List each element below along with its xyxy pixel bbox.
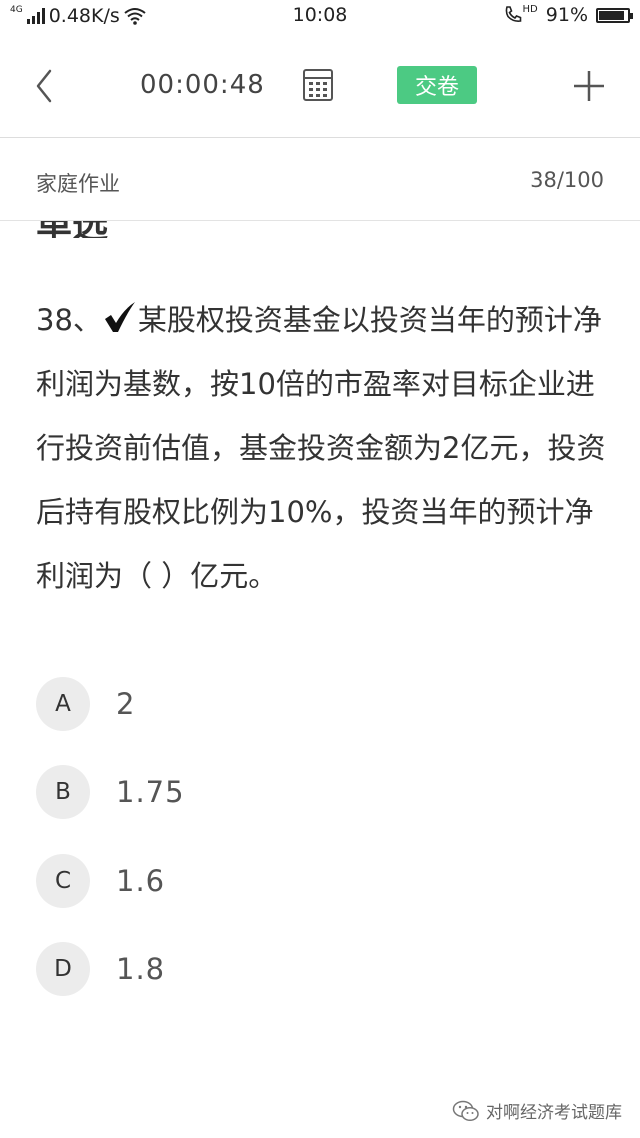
hd-label: HD (522, 4, 538, 15)
status-bar: 4G 0.48K/s 10:08 HD 91% (0, 0, 640, 34)
option-d[interactable]: D 1.8 (36, 942, 165, 996)
battery-percent: 91% (545, 4, 588, 26)
battery-icon (596, 7, 633, 23)
option-text: 1.75 (116, 775, 185, 809)
answer-sheet-icon (303, 69, 333, 101)
status-right: HD 91% (503, 4, 633, 26)
back-button[interactable] (30, 66, 60, 106)
question-text: 某股权投资基金以投资当年的预计净利润为基数，按10倍的市盈率对目标企业进行投资前… (36, 303, 606, 593)
submit-exam-button[interactable]: 交卷 (397, 66, 477, 104)
plus-icon (574, 71, 604, 101)
app-header: 00:00:48 交卷 (0, 34, 640, 138)
question-number: 38、 (36, 303, 102, 337)
option-text: 1.6 (116, 864, 166, 898)
option-letter: C (36, 854, 90, 908)
add-button[interactable] (571, 68, 607, 104)
section-bar: 家庭作业 38/100 (0, 139, 640, 221)
watermark-text: 对啊经济考试题库 (486, 1103, 622, 1123)
question-stem: 38、 某股权投资基金以投资当年的预计净利润为基数，按10倍的市盈率对目标企业进… (36, 288, 606, 608)
watermark: 对啊经济考试题库 (452, 1098, 622, 1123)
checkmark-icon (104, 302, 135, 332)
option-a[interactable]: A 2 (36, 677, 135, 731)
answer-sheet-button[interactable] (302, 68, 334, 102)
section-name: 家庭作业 (36, 172, 120, 196)
exam-timer: 00:00:48 (140, 70, 265, 100)
option-letter: A (36, 677, 90, 731)
battery-fill (599, 10, 624, 20)
option-c[interactable]: C 1.6 (36, 854, 165, 908)
question-progress: 38/100 (530, 168, 604, 192)
wechat-icon (452, 1100, 479, 1121)
option-text: 2 (116, 687, 136, 721)
option-text: 1.8 (116, 952, 166, 986)
option-b[interactable]: B 1.75 (36, 765, 185, 819)
option-letter: D (36, 942, 90, 996)
chevron-left-icon (36, 69, 52, 103)
option-letter: B (36, 765, 90, 819)
phone-call-icon (505, 6, 521, 22)
